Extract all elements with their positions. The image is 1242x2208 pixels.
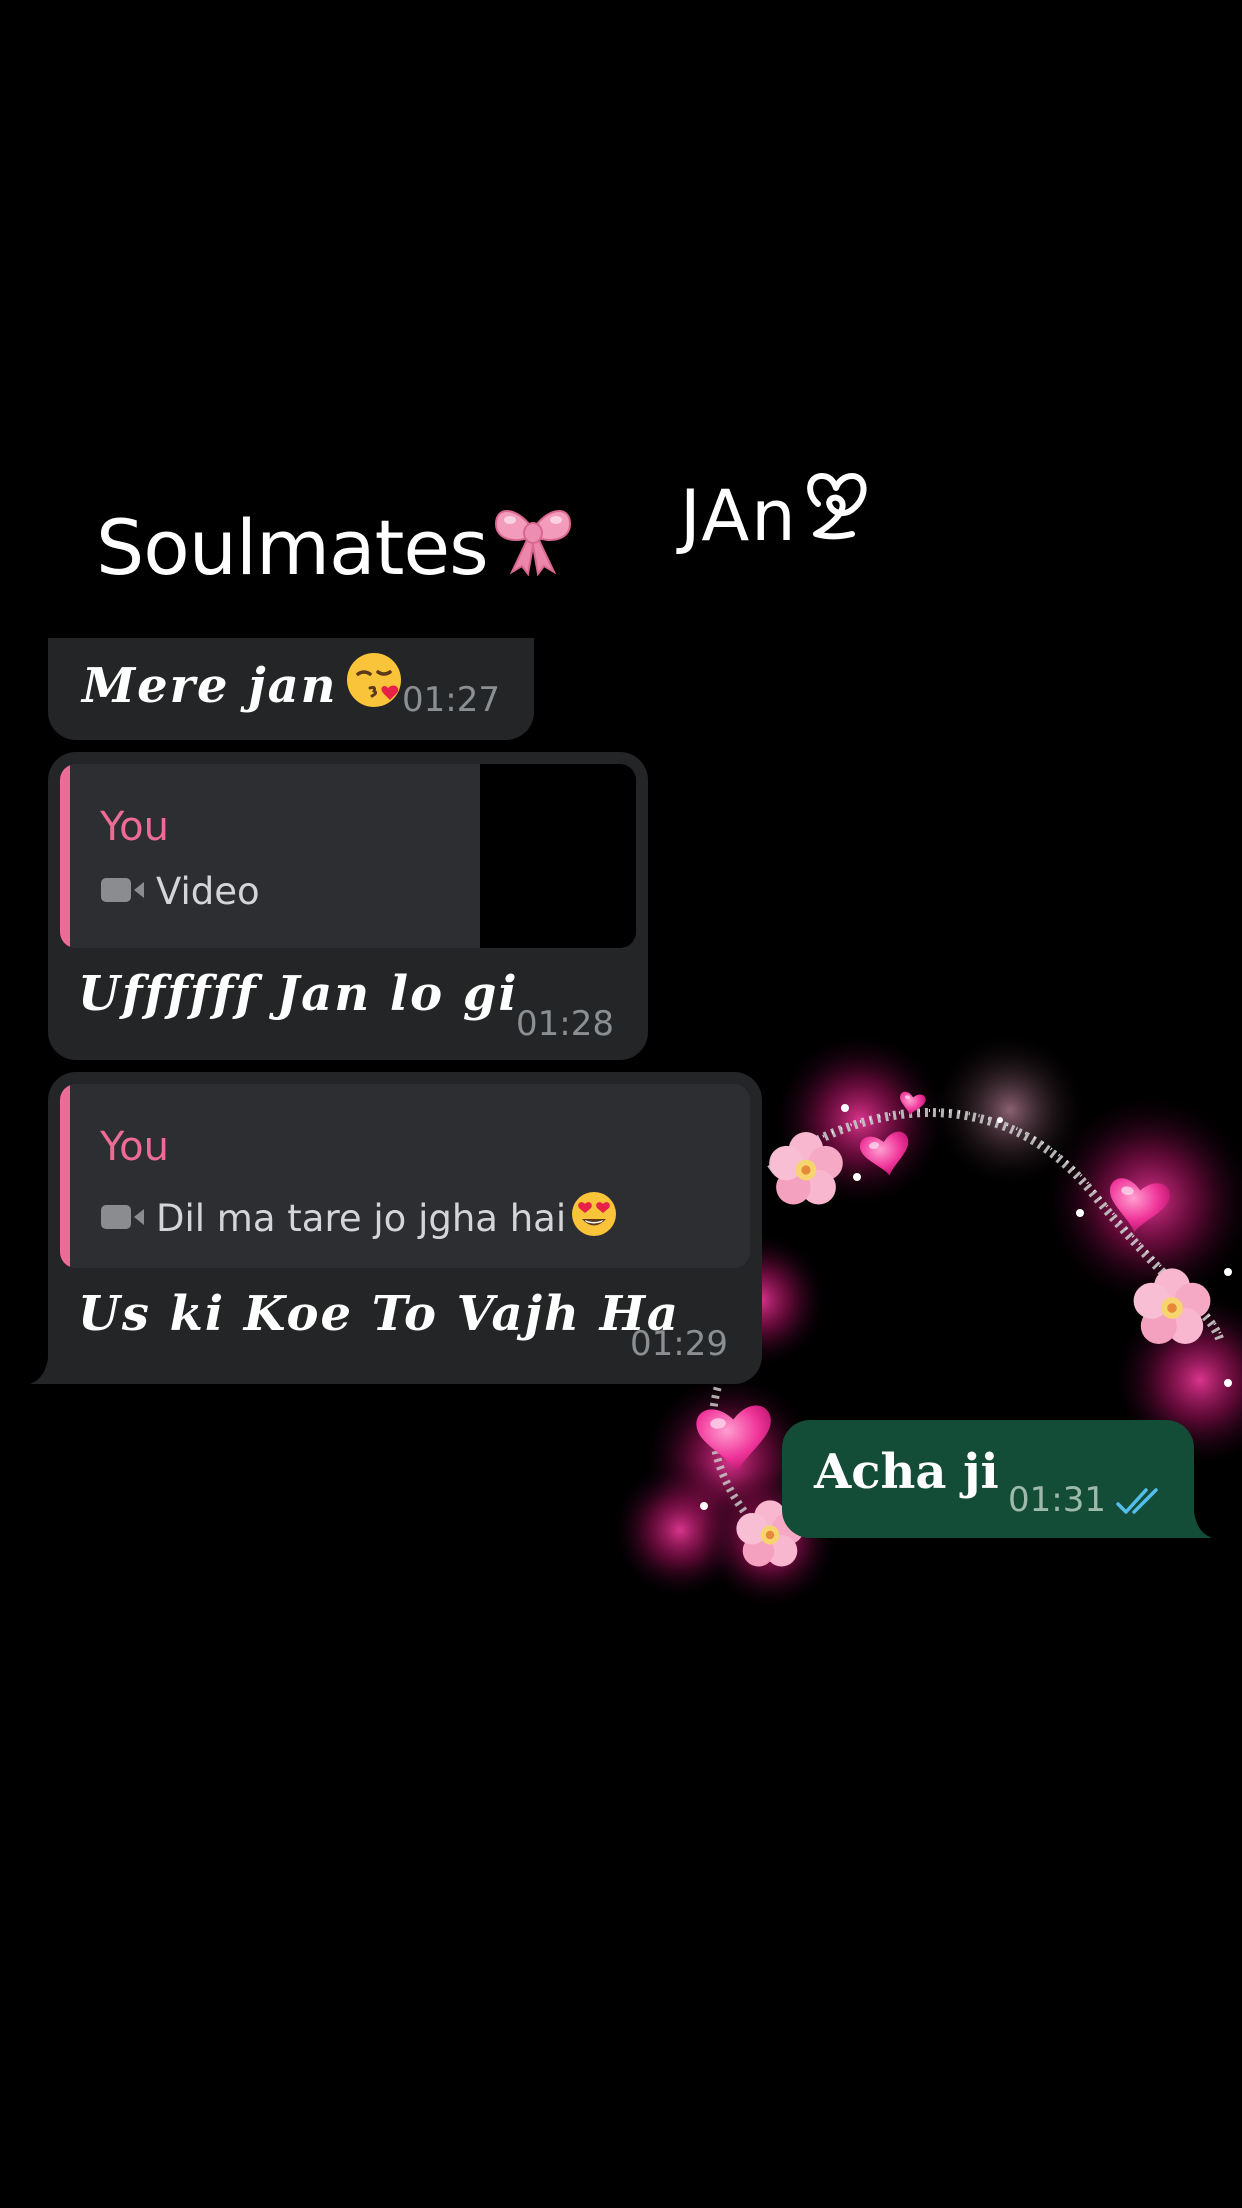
quote-author: You [100, 1124, 169, 1170]
message-time: 01:28 [516, 1004, 614, 1044]
left-title: Soulmates [96, 500, 576, 594]
quote-preview-text: Dil ma tare jo jgha hai [156, 1197, 567, 1240]
loop-heart-icon [800, 464, 872, 567]
message-text: Mere jan [82, 658, 338, 714]
right-title-text: JAn [680, 474, 798, 557]
bubble-tail-incoming [30, 1358, 48, 1384]
heart-eyes-face-icon [570, 1190, 618, 1247]
message-time: 01:31 [1008, 1480, 1106, 1520]
ribbon-bow-icon [490, 500, 576, 594]
quote-preview: Dil ma tare jo jgha hai [100, 1190, 618, 1247]
right-title: JAn [680, 464, 872, 567]
message-time: 01:29 [630, 1324, 728, 1364]
outgoing-message-bubble[interactable]: Acha ji 01:31 [782, 1420, 1194, 1538]
quote-preview-text: Video [156, 870, 260, 913]
quote-preview: Video [100, 870, 260, 913]
message-text-wrap: Mere jan [82, 650, 404, 722]
left-title-text: Soulmates [96, 502, 489, 592]
message-time: 01:27 [402, 680, 500, 720]
video-thumbnail[interactable] [480, 764, 636, 948]
quote-author: You [100, 804, 169, 850]
quote-accent-bar [60, 764, 70, 948]
kissing-face-icon [344, 650, 404, 722]
message-text: Uffffff Jan lo gi [78, 966, 519, 1022]
bubble-tail-outgoing [1194, 1512, 1212, 1538]
incoming-message-bubble[interactable]: Mere jan 01:27 [48, 638, 534, 740]
incoming-message-bubble[interactable]: You Dil ma tare jo jgha hai Us ki Koe To… [48, 1072, 762, 1384]
quote-accent-bar [60, 1084, 70, 1268]
quoted-reply[interactable]: You Dil ma tare jo jgha hai [60, 1084, 750, 1268]
incoming-message-bubble[interactable]: You Video Uffffff Jan lo gi 01:28 [48, 752, 648, 1060]
message-text: Us ki Koe To Vajh Ha [78, 1286, 681, 1342]
quoted-reply[interactable]: You Video [60, 764, 636, 948]
video-camera-icon [100, 1197, 146, 1240]
double-check-read-icon [1116, 1486, 1166, 1520]
message-text: Acha ji [814, 1444, 999, 1500]
video-camera-icon [100, 870, 146, 913]
